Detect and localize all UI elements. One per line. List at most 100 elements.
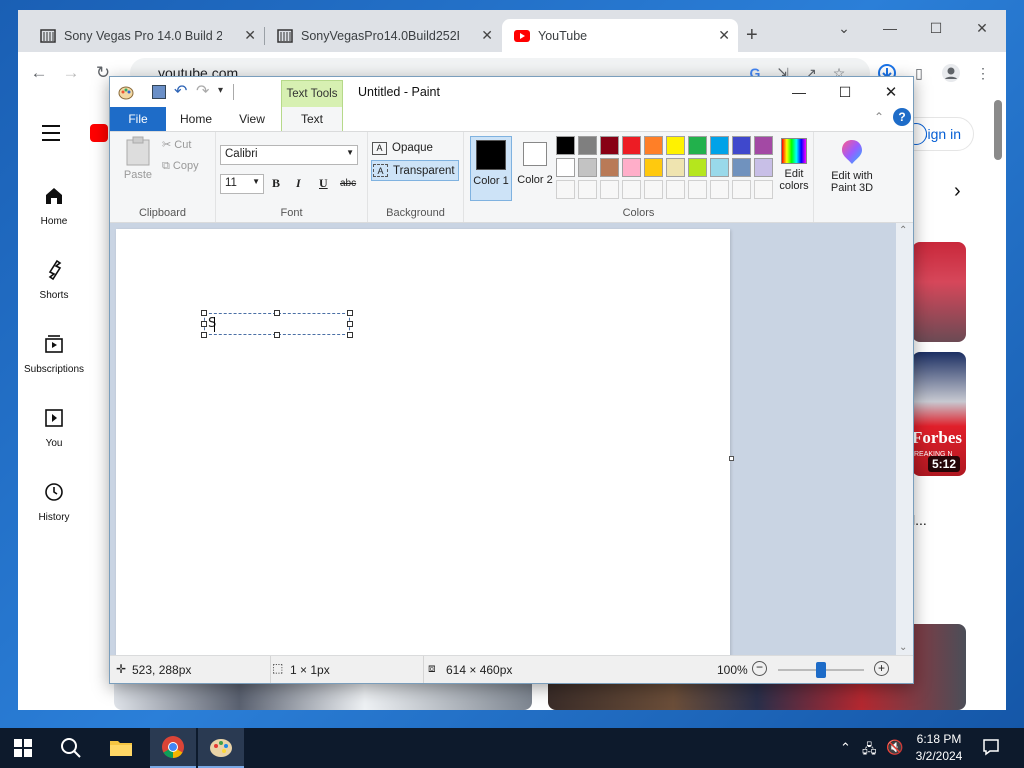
palette-empty-swatch[interactable] <box>600 180 619 199</box>
palette-empty-swatch[interactable] <box>666 180 685 199</box>
network-icon[interactable]: 🖧 <box>862 740 877 762</box>
palette-color-swatch[interactable] <box>556 136 575 155</box>
tab-view[interactable]: View <box>224 107 280 131</box>
edit-colors-button[interactable]: Edit colors <box>776 136 812 198</box>
palette-color-swatch[interactable] <box>578 158 597 177</box>
close-icon[interactable]: ✕ <box>481 27 493 44</box>
vertical-scrollbar[interactable]: ⌃ ⌄ <box>896 223 913 655</box>
palette-color-swatch[interactable] <box>600 136 619 155</box>
palette-color-swatch[interactable] <box>578 136 597 155</box>
palette-color-swatch[interactable] <box>688 158 707 177</box>
chevron-right-icon[interactable]: › <box>954 180 961 203</box>
palette-empty-swatch[interactable] <box>556 180 575 199</box>
tab-sony-vegas[interactable]: Sony Vegas Pro 14.0 Build 252 + ✕ <box>28 19 264 52</box>
font-size-select[interactable]: 11 ▼ <box>220 174 264 194</box>
palette-color-swatch[interactable] <box>688 136 707 155</box>
tab-sony-vegas-patch[interactable]: SonyVegasPro14.0Build252Patch ✕ <box>265 19 501 52</box>
save-icon[interactable] <box>152 85 166 99</box>
edit-with-paint3d-button[interactable]: Edit with Paint 3D <box>822 136 882 202</box>
zoom-in-button[interactable]: + <box>874 661 889 676</box>
palette-color-swatch[interactable] <box>644 158 663 177</box>
palette-empty-swatch[interactable] <box>644 180 663 199</box>
maximize-button[interactable]: ☐ <box>918 14 954 42</box>
italic-button[interactable]: I <box>296 176 301 191</box>
minimize-button[interactable]: — <box>872 14 908 42</box>
palette-color-swatch[interactable] <box>644 136 663 155</box>
sidebar-item-history[interactable]: History <box>18 480 90 550</box>
resize-handle[interactable] <box>347 321 353 327</box>
palette-empty-swatch[interactable] <box>622 180 641 199</box>
transparent-button[interactable]: A Transparent <box>371 160 459 181</box>
start-button[interactable] <box>0 728 46 768</box>
resize-handle[interactable] <box>347 310 353 316</box>
tab-home[interactable]: Home <box>168 107 224 131</box>
palette-color-swatch[interactable] <box>622 158 641 177</box>
resize-handle[interactable] <box>201 332 207 338</box>
color1-button[interactable]: Color 1 <box>470 136 512 201</box>
resize-handle[interactable] <box>201 310 207 316</box>
menu-dots-icon[interactable]: ⋮ <box>972 62 994 84</box>
sidebar-item-you[interactable]: You <box>18 406 90 476</box>
close-window-button[interactable]: ✕ <box>876 81 906 103</box>
copy-button[interactable]: ⧉ Copy <box>162 160 199 173</box>
customize-toolbar-icon[interactable]: ▾ <box>218 85 223 96</box>
close-icon[interactable]: ✕ <box>718 27 730 44</box>
file-explorer-button[interactable] <box>98 728 144 768</box>
help-icon[interactable]: ? <box>893 108 911 126</box>
resize-handle[interactable] <box>274 332 280 338</box>
palette-color-swatch[interactable] <box>754 158 773 177</box>
close-icon[interactable]: ✕ <box>244 27 256 44</box>
text-box[interactable]: S <box>201 310 353 338</box>
font-family-select[interactable]: Calibri ▼ <box>220 145 358 165</box>
tab-text[interactable]: Text <box>281 107 343 131</box>
scroll-down-icon[interactable]: ⌄ <box>899 642 907 653</box>
page-scrollbar[interactable] <box>988 94 1006 710</box>
scroll-up-icon[interactable]: ⌃ <box>899 225 907 236</box>
palette-color-swatch[interactable] <box>732 158 751 177</box>
forward-arrow-icon[interactable]: → <box>60 62 82 84</box>
palette-empty-swatch[interactable] <box>578 180 597 199</box>
paint-taskbar-button[interactable] <box>198 728 244 768</box>
video-title[interactable]: l... <box>912 512 927 528</box>
palette-color-swatch[interactable] <box>556 158 575 177</box>
palette-color-swatch[interactable] <box>732 136 751 155</box>
chrome-taskbar-button[interactable] <box>150 728 196 768</box>
volume-muted-icon[interactable]: 🔇 <box>886 739 903 756</box>
palette-color-swatch[interactable] <box>666 136 685 155</box>
resize-handle[interactable] <box>201 321 207 327</box>
redo-icon[interactable]: ↷ <box>196 81 209 101</box>
youtube-logo-icon[interactable] <box>90 124 108 142</box>
zoom-slider-thumb[interactable] <box>816 662 826 678</box>
strikethrough-button[interactable]: abc <box>340 178 356 189</box>
clock[interactable]: 6:18 PM 3/2/2024 <box>912 731 966 765</box>
drawing-canvas[interactable]: S <box>116 229 730 659</box>
new-tab-button[interactable]: + <box>746 24 758 47</box>
bold-button[interactable]: B <box>272 176 280 191</box>
sidebar-item-shorts[interactable]: Shorts <box>18 258 90 328</box>
undo-icon[interactable]: ↶ <box>174 81 187 101</box>
video-thumbnail[interactable]: Forbes REAKING N 5:12 <box>912 352 966 476</box>
opaque-button[interactable]: A Opaque <box>372 138 460 158</box>
zoom-out-button[interactable]: − <box>752 661 767 676</box>
search-button[interactable] <box>48 728 94 768</box>
zoom-slider[interactable] <box>778 662 864 678</box>
minimize-button[interactable]: — <box>784 81 814 103</box>
notification-center-icon[interactable] <box>982 738 1000 756</box>
sidebar-item-home[interactable]: Home <box>18 184 90 254</box>
show-hidden-icons-icon[interactable]: ⌃ <box>840 740 851 756</box>
palette-color-swatch[interactable] <box>710 136 729 155</box>
palette-color-swatch[interactable] <box>600 158 619 177</box>
paste-button[interactable]: Paste <box>120 136 156 186</box>
palette-color-swatch[interactable] <box>666 158 685 177</box>
tab-search-icon[interactable]: ⌄ <box>826 14 862 42</box>
palette-empty-swatch[interactable] <box>688 180 707 199</box>
close-window-button[interactable]: ✕ <box>964 14 1000 42</box>
resize-handle[interactable] <box>274 310 280 316</box>
palette-color-swatch[interactable] <box>622 136 641 155</box>
resize-handle[interactable] <box>347 332 353 338</box>
palette-color-swatch[interactable] <box>754 136 773 155</box>
palette-empty-swatch[interactable] <box>732 180 751 199</box>
profile-avatar-icon[interactable] <box>940 62 962 84</box>
palette-color-swatch[interactable] <box>710 158 729 177</box>
canvas-resize-handle[interactable] <box>729 456 734 461</box>
